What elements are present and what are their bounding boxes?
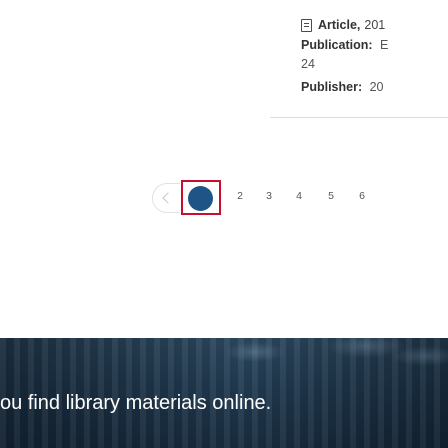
search-result-card: Article, 201 Publication: E 24 Publisher… bbox=[283, 0, 448, 112]
hero-tagline: ou find library materials online. bbox=[0, 392, 272, 414]
publisher-value: 20 bbox=[369, 80, 384, 94]
page-link-4[interactable]: 4 bbox=[292, 190, 306, 202]
result-divider bbox=[270, 117, 448, 118]
page-link-5[interactable]: 5 bbox=[324, 190, 338, 202]
current-page-button[interactable] bbox=[181, 180, 221, 215]
page-link-3[interactable]: 3 bbox=[262, 190, 276, 202]
hero-background-image bbox=[215, 338, 448, 398]
pagination: 2 3 4 5 6 bbox=[152, 180, 448, 215]
result-type-value: 201 bbox=[364, 18, 386, 32]
publisher-label: Publisher: bbox=[301, 80, 363, 94]
publication-line: Publication: E bbox=[301, 38, 388, 52]
result-type-line: Article, 201 bbox=[301, 18, 385, 32]
chevron-left-icon[interactable] bbox=[152, 183, 180, 213]
result-type-label: Article, bbox=[318, 18, 361, 32]
page-link-2[interactable]: 2 bbox=[233, 190, 247, 202]
current-page-indicator bbox=[188, 186, 213, 211]
publication-value: E bbox=[380, 38, 389, 52]
publication-label: Publication: bbox=[301, 38, 373, 52]
publisher-line: Publisher: 20 bbox=[301, 80, 384, 94]
page-link-6[interactable]: 6 bbox=[355, 190, 369, 202]
publication-value-continued: 24 bbox=[301, 57, 315, 71]
hero-banner: ou find library materials online. bbox=[0, 338, 448, 448]
publication-value-cont: 24 bbox=[301, 57, 315, 71]
document-icon bbox=[301, 18, 312, 32]
